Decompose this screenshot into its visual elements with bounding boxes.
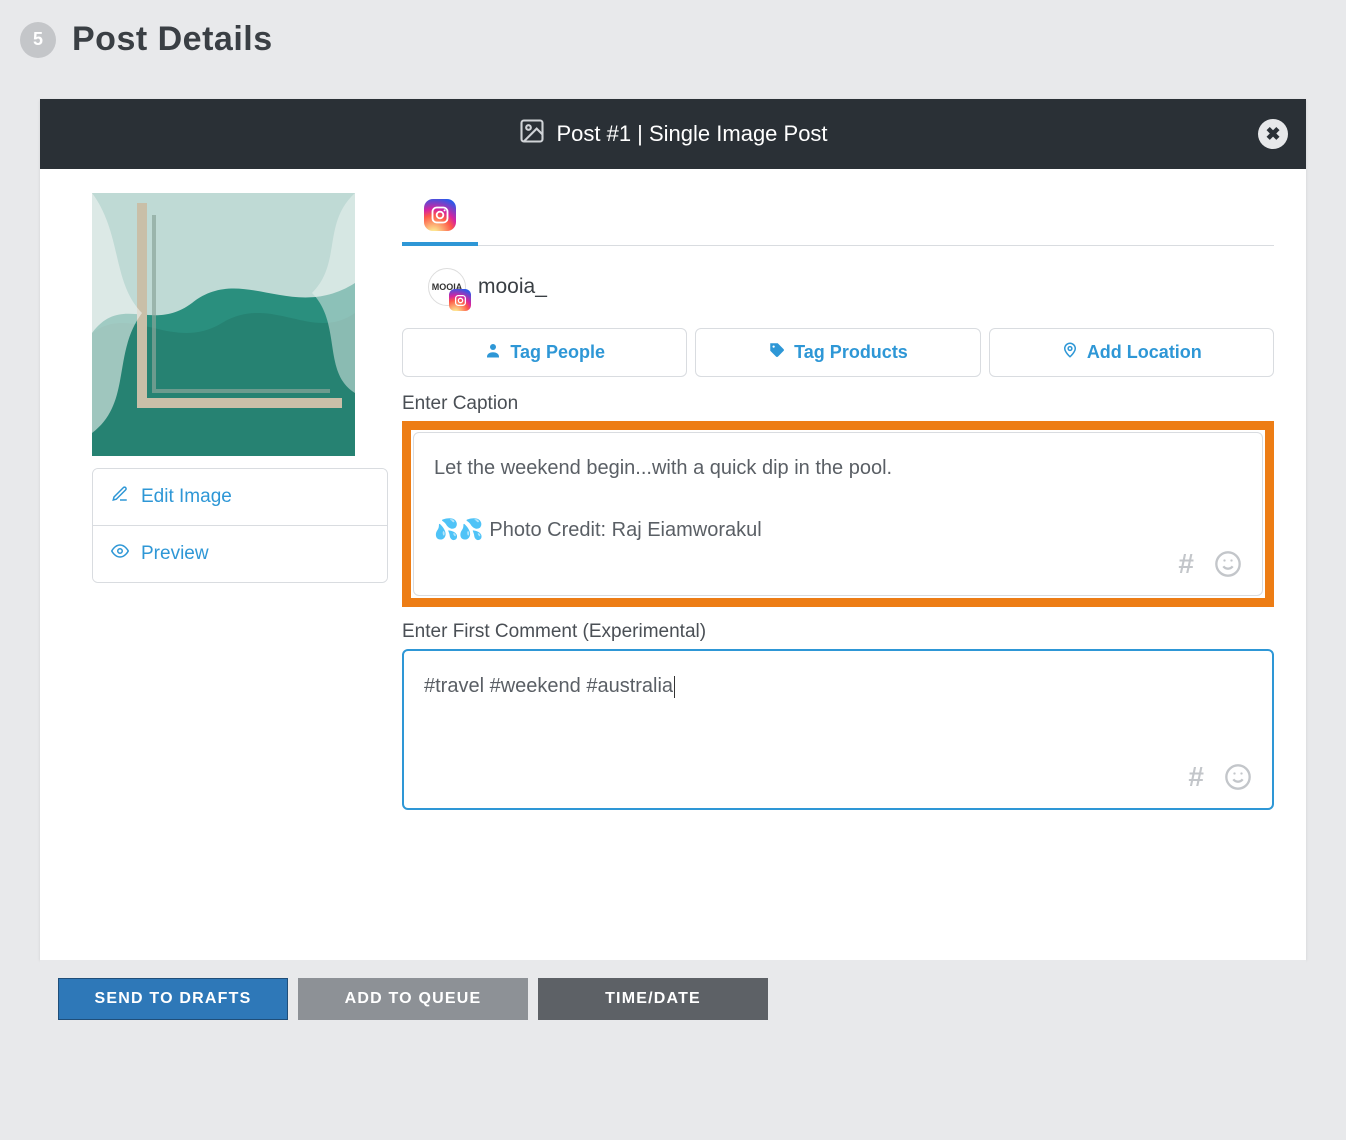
close-button[interactable]: ✖ — [1258, 119, 1288, 149]
post-card: Post #1 | Single Image Post ✖ — [40, 99, 1306, 960]
preview-button[interactable]: Preview — [93, 525, 387, 582]
caption-input[interactable]: Let the weekend begin...with a quick dip… — [413, 432, 1263, 596]
instagram-badge-icon — [449, 289, 471, 311]
text-caret — [674, 676, 675, 698]
location-pin-icon — [1061, 341, 1079, 364]
person-icon — [484, 341, 502, 364]
image-actions-list: Edit Image Preview — [92, 468, 388, 583]
emoji-picker-icon[interactable] — [1224, 763, 1252, 796]
card-header-title: Post #1 | Single Image Post — [556, 121, 827, 147]
platform-tabstrip — [402, 193, 1274, 246]
tag-people-label: Tag People — [510, 342, 605, 363]
account-row: MOOIA mooia_ — [402, 246, 1274, 328]
tag-products-label: Tag Products — [794, 342, 908, 363]
first-comment-input[interactable]: #travel #weekend #australia # — [402, 649, 1274, 810]
caption-label: Enter Caption — [402, 393, 1274, 415]
caption-text: Let the weekend begin...with a quick dip… — [434, 453, 1242, 546]
post-image-thumbnail[interactable] — [92, 193, 355, 456]
emoji-picker-icon[interactable] — [1214, 550, 1242, 583]
page-title: Post Details — [72, 20, 273, 59]
add-location-label: Add Location — [1087, 342, 1202, 363]
first-comment-text: #travel #weekend #australia — [424, 671, 1252, 759]
account-name: mooia_ — [478, 275, 547, 299]
caption-highlight: Let the weekend begin...with a quick dip… — [402, 421, 1274, 607]
image-post-icon — [518, 117, 546, 151]
add-to-queue-button[interactable]: Add to Queue — [298, 978, 528, 1020]
footer-actions: Send to Drafts Add to Queue Time/Date — [40, 960, 1306, 1048]
add-location-button[interactable]: Add Location — [989, 328, 1274, 377]
pencil-icon — [111, 485, 129, 509]
preview-label: Preview — [141, 543, 209, 565]
section-header: 5 Post Details — [0, 20, 1346, 59]
first-comment-label: Enter First Comment (Experimental) — [402, 621, 1274, 643]
card-header: Post #1 | Single Image Post ✖ — [40, 99, 1306, 169]
hashtag-picker-icon[interactable]: # — [1188, 763, 1204, 796]
close-icon: ✖ — [1265, 124, 1280, 145]
send-to-drafts-button[interactable]: Send to Drafts — [58, 978, 288, 1020]
tag-icon — [768, 341, 786, 364]
tab-instagram[interactable] — [402, 199, 478, 245]
avatar: MOOIA — [428, 268, 466, 306]
edit-image-button[interactable]: Edit Image — [93, 469, 387, 525]
hashtag-picker-icon[interactable]: # — [1178, 550, 1194, 583]
post-action-row: Tag People Tag Products Add Location — [402, 328, 1274, 377]
tag-people-button[interactable]: Tag People — [402, 328, 687, 377]
eye-icon — [111, 542, 129, 566]
instagram-icon — [424, 199, 456, 231]
edit-image-label: Edit Image — [141, 486, 232, 508]
time-date-button[interactable]: Time/Date — [538, 978, 768, 1020]
tag-products-button[interactable]: Tag Products — [695, 328, 980, 377]
step-badge: 5 — [20, 22, 56, 58]
